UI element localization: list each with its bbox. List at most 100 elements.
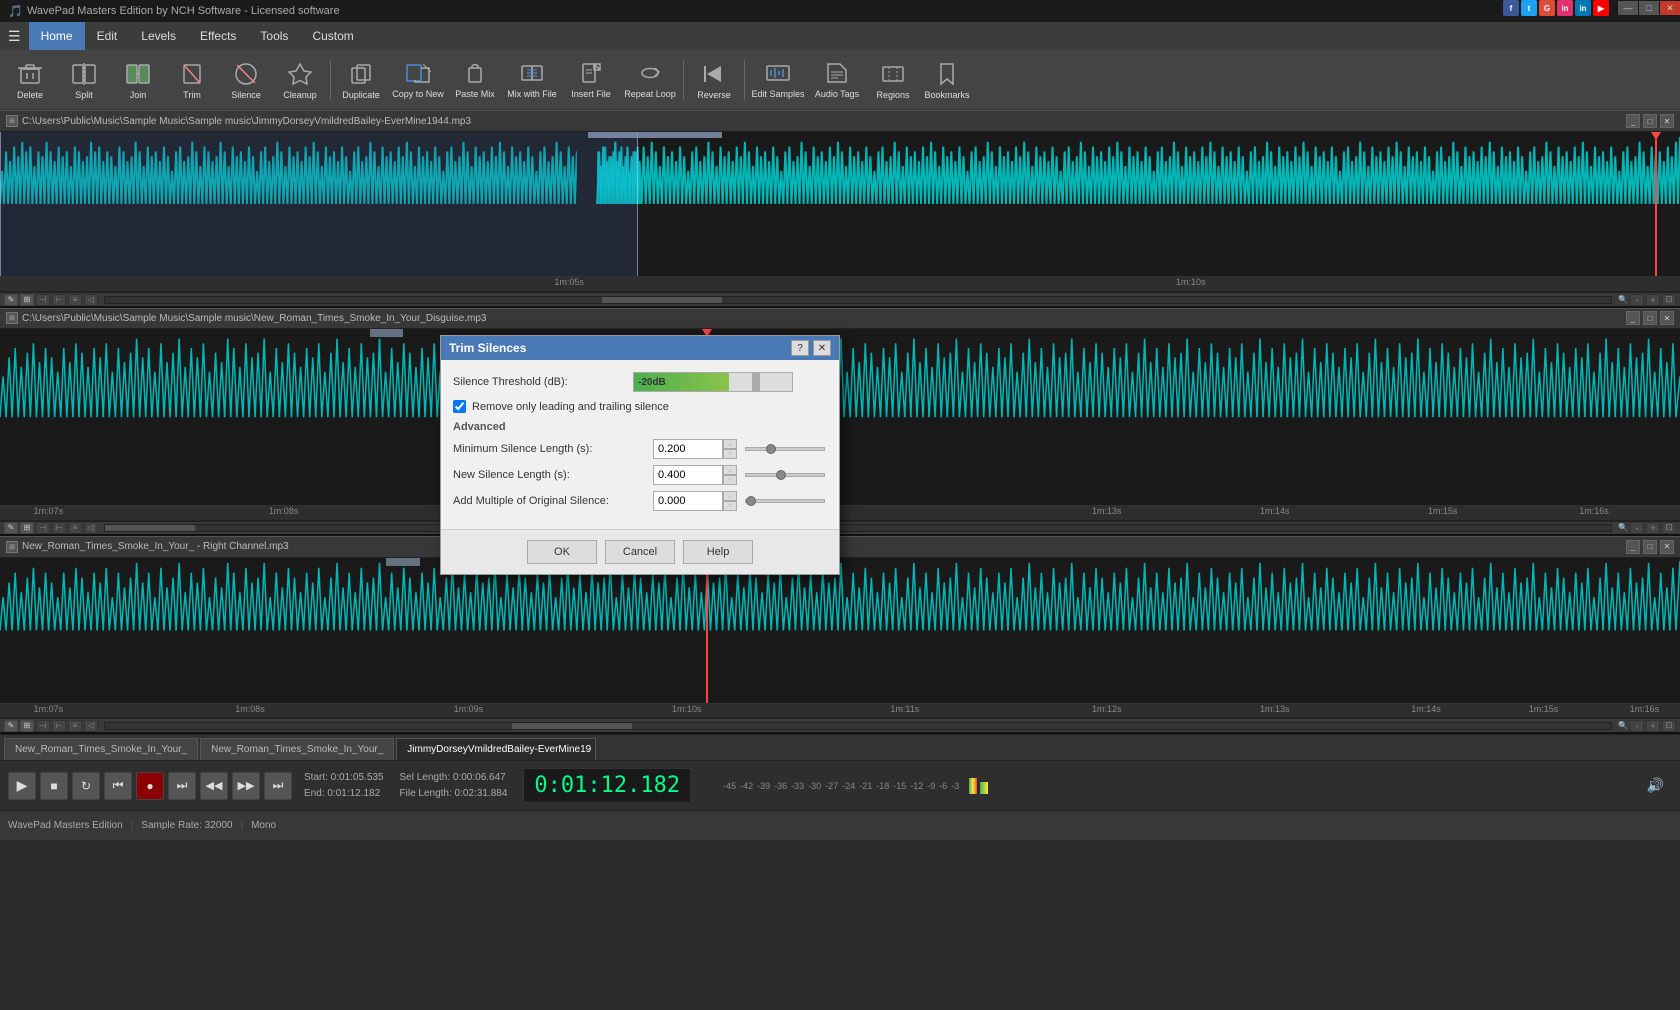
track1-close-button[interactable]: ✕	[1660, 114, 1674, 128]
track1-left-indent-button[interactable]: ⊣	[36, 294, 50, 306]
maximize-button[interactable]: □	[1639, 1, 1659, 15]
min-silence-slider[interactable]	[745, 447, 825, 451]
track3-waveform[interactable]	[0, 558, 1680, 703]
track3-minimize-button[interactable]: _	[1626, 540, 1640, 554]
mix-with-file-button[interactable]: Mix with File	[503, 53, 561, 107]
audio-tags-button[interactable]: Audio Tags	[809, 53, 865, 107]
silence-button[interactable]: Silence	[220, 53, 272, 107]
track2-zoom-fit-button[interactable]: ⊡	[1662, 522, 1676, 534]
track2-close-button[interactable]: ✕	[1660, 311, 1674, 325]
track1-minimize-button[interactable]: _	[1626, 114, 1640, 128]
track2-arrow-button[interactable]: ◁	[84, 522, 98, 534]
menu-effects[interactable]: Effects	[188, 22, 248, 50]
track3-left-indent-button[interactable]: ⊣	[36, 720, 50, 732]
track1-zoom-minus-button[interactable]: -	[1630, 294, 1644, 306]
close-button[interactable]: ✕	[1660, 1, 1680, 15]
dialog-close-button[interactable]: ✕	[813, 340, 831, 356]
track2-minimize-button[interactable]: _	[1626, 311, 1640, 325]
track3-right-indent-button[interactable]: ⊢	[52, 720, 66, 732]
threshold-bar[interactable]: -20dB	[633, 372, 793, 392]
leading-trailing-checkbox[interactable]	[453, 400, 466, 413]
track2-zoom-plus-button[interactable]: +	[1646, 522, 1660, 534]
track1-maximize-button[interactable]: □	[1643, 114, 1657, 128]
track2-pencil-button[interactable]: ✎	[4, 522, 18, 534]
track3-select-button[interactable]: ⊞	[20, 720, 34, 732]
new-silence-down-button[interactable]: ▼	[723, 475, 737, 485]
skip-end-button[interactable]: ⏭	[264, 772, 292, 800]
track2-right-indent-button[interactable]: ⊢	[52, 522, 66, 534]
track1-zoom-plus-button[interactable]: +	[1646, 294, 1660, 306]
delete-button[interactable]: Delete	[4, 53, 56, 107]
add-multiple-slider[interactable]	[745, 499, 825, 503]
track3-pencil-button[interactable]: ✎	[4, 720, 18, 732]
menu-custom[interactable]: Custom	[300, 22, 365, 50]
skip-start-button[interactable]: ⏮	[104, 772, 132, 800]
menu-tools[interactable]: Tools	[248, 22, 300, 50]
insert-file-button[interactable]: Insert File	[563, 53, 619, 107]
hamburger-menu[interactable]: ☰	[0, 22, 29, 50]
tab2[interactable]: New_Roman_Times_Smoke_In_Your_	[200, 738, 394, 760]
loop-button[interactable]: ↻	[72, 772, 100, 800]
min-silence-down-button[interactable]: ▼	[723, 449, 737, 459]
track3-zoom-minus-button[interactable]: -	[1630, 720, 1644, 732]
track1-waveform[interactable]: // This will be drawn via inline paths	[0, 132, 1680, 276]
track3-maximize-button[interactable]: □	[1643, 540, 1657, 554]
edit-samples-button[interactable]: Edit Samples	[749, 53, 807, 107]
track1-pencil-button[interactable]: ✎	[4, 294, 18, 306]
join-button[interactable]: Join	[112, 53, 164, 107]
add-multiple-down-button[interactable]: ▼	[723, 501, 737, 511]
new-silence-input[interactable]	[653, 465, 723, 485]
add-multiple-up-button[interactable]: ▲	[723, 491, 737, 501]
tab1[interactable]: New_Roman_Times_Smoke_In_Your_	[4, 738, 198, 760]
track1-scrollbar[interactable]	[104, 296, 1612, 304]
min-silence-input[interactable]	[653, 439, 723, 459]
tab3[interactable]: JimmyDorseyVmildredBailey-EverMine19	[396, 738, 596, 760]
copy-to-new-button[interactable]: Copy to New	[389, 53, 447, 107]
track2-scroll-thumb[interactable]	[105, 525, 195, 531]
repeat-loop-button[interactable]: Repeat Loop	[621, 53, 679, 107]
dialog-help-button[interactable]: ?	[791, 340, 809, 356]
track2-zoom-minus-button[interactable]: -	[1630, 522, 1644, 534]
track3-list-button[interactable]: ≡	[68, 720, 82, 732]
threshold-handle[interactable]	[752, 373, 760, 391]
track1-scroll-thumb[interactable]	[602, 297, 722, 303]
track1-select-button[interactable]: ⊞	[20, 294, 34, 306]
fforward-button[interactable]: ▶▶	[232, 772, 260, 800]
track3-arrow-button[interactable]: ◁	[84, 720, 98, 732]
track3-close-button[interactable]: ✕	[1660, 540, 1674, 554]
prev-track-button[interactable]: ⏭	[168, 772, 196, 800]
new-silence-up-button[interactable]: ▲	[723, 465, 737, 475]
add-multiple-slider-thumb[interactable]	[746, 496, 756, 506]
minimize-button[interactable]: —	[1618, 1, 1638, 15]
rewind-button[interactable]: ◀◀	[200, 772, 228, 800]
cleanup-button[interactable]: Cleanup	[274, 53, 326, 107]
track3-scroll-thumb[interactable]	[512, 723, 632, 729]
bookmarks-button[interactable]: Bookmarks	[921, 53, 973, 107]
track1-list-button[interactable]: ≡	[68, 294, 82, 306]
track2-maximize-button[interactable]: □	[1643, 311, 1657, 325]
min-silence-slider-thumb[interactable]	[766, 444, 776, 454]
new-silence-slider-thumb[interactable]	[776, 470, 786, 480]
duplicate-button[interactable]: Duplicate	[335, 53, 387, 107]
track3-zoom-fit-button[interactable]: ⊡	[1662, 720, 1676, 732]
add-multiple-input[interactable]	[653, 491, 723, 511]
track2-scrollbar[interactable]	[104, 524, 1612, 532]
stop-button[interactable]: ■	[40, 772, 68, 800]
track2-select-button[interactable]: ⊞	[20, 522, 34, 534]
track3-scrollbar[interactable]	[104, 722, 1612, 730]
split-button[interactable]: Split	[58, 53, 110, 107]
track2-waveform[interactable]	[0, 329, 1680, 505]
cancel-button[interactable]: Cancel	[605, 540, 675, 564]
paste-mix-button[interactable]: Paste Mix	[449, 53, 501, 107]
trim-button[interactable]: Trim	[166, 53, 218, 107]
track1-right-indent-button[interactable]: ⊢	[52, 294, 66, 306]
menu-home[interactable]: Home	[29, 22, 85, 50]
new-silence-slider[interactable]	[745, 473, 825, 477]
reverse-button[interactable]: Reverse	[688, 53, 740, 107]
ok-button[interactable]: OK	[527, 540, 597, 564]
help-button[interactable]: Help	[683, 540, 753, 564]
menu-levels[interactable]: Levels	[129, 22, 188, 50]
min-silence-up-button[interactable]: ▲	[723, 439, 737, 449]
track3-zoom-plus-button[interactable]: +	[1646, 720, 1660, 732]
track1-arrow-button[interactable]: ◁	[84, 294, 98, 306]
